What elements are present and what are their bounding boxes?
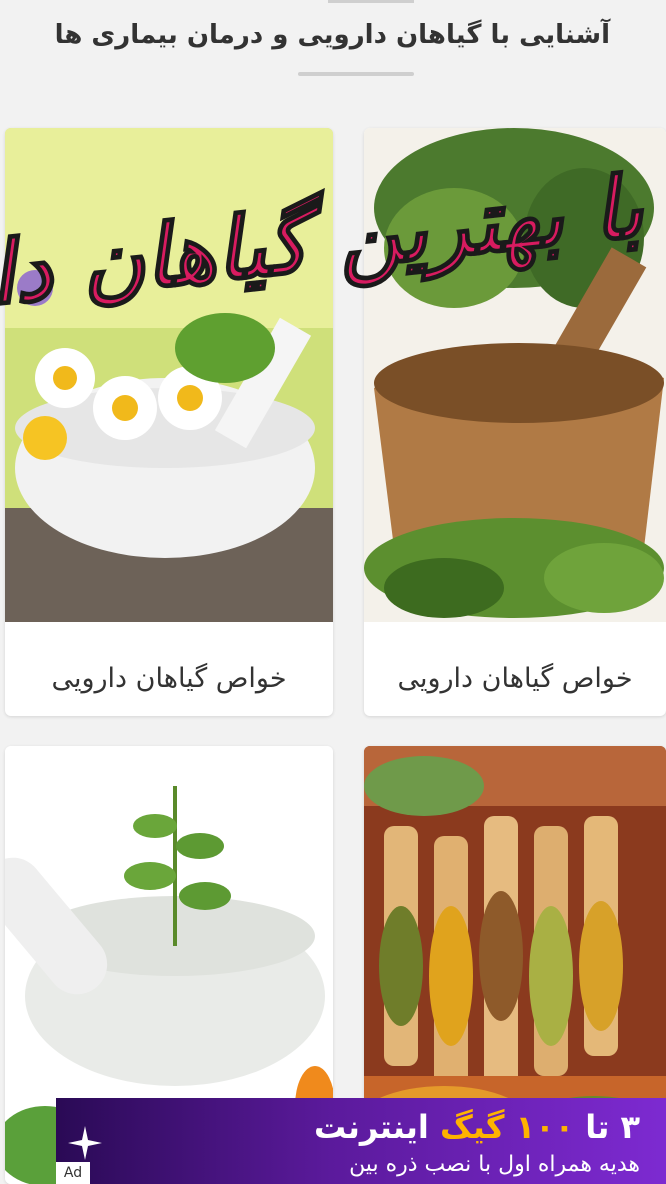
page-header: آشنایی با گیاهان دارویی و درمان بیماری ه… bbox=[0, 0, 666, 90]
ad-headline: ۳ تا ۱۰۰ گیگ اینترنت bbox=[314, 1108, 640, 1146]
chamomile-mortar-image bbox=[5, 128, 333, 622]
card-caption: خواص گیاهان دارویی bbox=[51, 663, 287, 694]
sparkle-icon bbox=[68, 1126, 102, 1160]
herbs-mortar-image bbox=[364, 128, 666, 622]
ad-headline-start: ۳ تا bbox=[574, 1108, 640, 1146]
article-card-chamomile[interactable]: خواص گیاهان دارویی bbox=[5, 128, 333, 716]
ad-subtitle: هدیه همراه اول با نصب ذره بین bbox=[349, 1152, 640, 1177]
title-underline bbox=[298, 72, 414, 76]
ad-headline-end: اینترنت bbox=[313, 1108, 440, 1146]
ad-banner[interactable]: ۳ تا ۱۰۰ گیگ اینترنت هدیه همراه اول با ن… bbox=[56, 1098, 666, 1184]
page-title: آشنایی با گیاهان دارویی و درمان بیماری ه… bbox=[54, 20, 610, 50]
article-card-herbs[interactable]: خواص گیاهان دارویی bbox=[364, 128, 666, 716]
card-caption: خواص گیاهان دارویی bbox=[397, 663, 633, 694]
ad-badge: Ad bbox=[56, 1162, 90, 1184]
top-divider bbox=[328, 0, 414, 3]
ad-headline-highlight: ۱۰۰ گیگ bbox=[439, 1108, 575, 1146]
